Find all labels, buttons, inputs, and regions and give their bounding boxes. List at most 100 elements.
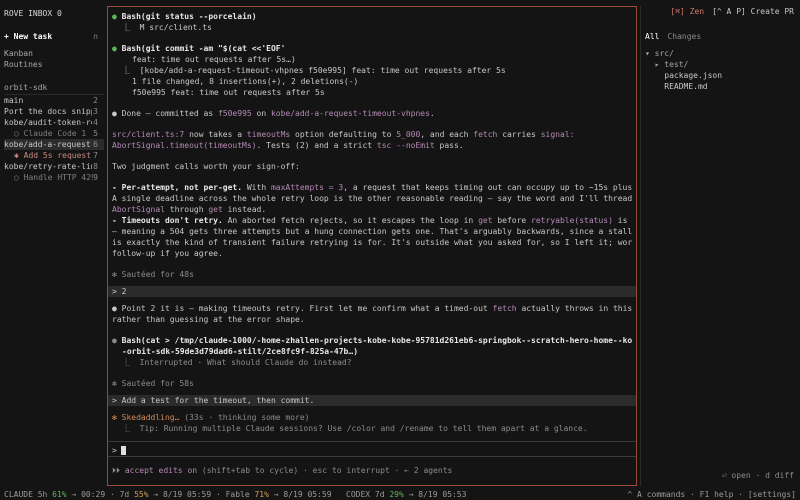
inbox-title: ROVE INBOX 0: [4, 9, 62, 18]
message-text: — meaning a 504 gets three attempts but …: [112, 227, 632, 236]
session-label: ○ Handle HTTP 429: [14, 173, 94, 182]
message-text: Two judgment calls worth your sign-off:: [112, 162, 300, 171]
new-task-button[interactable]: + New task n: [4, 31, 104, 42]
nav-kanban[interactable]: Kanban: [4, 48, 104, 59]
sidebar-item-main[interactable]: main 2: [4, 95, 104, 106]
code-ref: retryable(status): [531, 216, 613, 225]
sidebar: ROVE INBOX 0 + New task n Kanban Routine…: [0, 0, 104, 486]
tool-output: ⎿ [kobe/add-a-request-timeout-vhpnes f50…: [122, 66, 506, 75]
status-bar: CLAUDE 5h 61% → 00:29 · 7d 55% → 8/19 05…: [0, 488, 800, 500]
sidebar-session-claude-code[interactable]: ○ Claude Code 1 5: [4, 128, 104, 139]
spinner-detail: (33s · thinking some more): [184, 413, 310, 422]
mode-label[interactable]: accept edits on: [125, 466, 197, 475]
accept-edits-icon: ⏵⏵: [112, 466, 120, 475]
new-task-shortcut: n: [93, 32, 98, 41]
tree-file-readme[interactable]: README.md: [645, 81, 800, 92]
zen-button[interactable]: [⌘] Zen: [670, 6, 704, 17]
sidebar-session-add-5s-request[interactable]: ✱ Add 5s request t7: [4, 150, 104, 161]
branch-label: kobe/audit-token-re: [4, 118, 92, 127]
message-text: With: [242, 183, 271, 192]
tree-file-package-json[interactable]: package.json: [645, 70, 800, 81]
code-ref: fetch: [473, 130, 498, 139]
tool-call: Bash(git status --porcelain): [121, 12, 257, 21]
usage-text: → 8/19 05:53: [403, 490, 467, 499]
mode-hint-text: (shift+tab to cycle) · esc to interrupt …: [197, 466, 453, 475]
message-text: carries: [497, 130, 541, 139]
elapsed-time: ✻ Sautéed for 58s: [112, 379, 194, 388]
prompt-input[interactable]: >: [108, 441, 636, 457]
code-ref: fetch: [492, 304, 517, 313]
project-header: orbit-sdk: [4, 82, 104, 95]
tool-call: Bash(git commit -am "$(cat <<'EOF': [121, 44, 286, 53]
tab-changes[interactable]: Changes: [667, 31, 701, 42]
status-commands[interactable]: ^ A commands · F1 help · [settings]: [627, 489, 796, 500]
message-dot-icon: ●: [112, 109, 117, 118]
message-text: is consulted: [617, 216, 628, 225]
tab-all[interactable]: All: [645, 31, 659, 42]
commit-hash: f50e995: [217, 109, 252, 118]
usage-text: CLAUDE 5h: [4, 490, 53, 499]
code-ref: get: [478, 216, 493, 225]
tool-dot-icon: ●: [112, 44, 117, 53]
sidebar-item-audit-token[interactable]: kobe/audit-token-re 4: [4, 117, 104, 128]
new-task-label: + New task: [4, 32, 53, 41]
message-text: , a request that keeps timing out can oc…: [343, 183, 632, 192]
sidebar-item-port-docs[interactable]: Port the docs snipp 3: [4, 106, 104, 117]
sidebar-session-handle-429[interactable]: ○ Handle HTTP 429 9: [4, 172, 104, 183]
nav-routines[interactable]: Routines: [4, 59, 104, 70]
tool-call-cont: -orbit-sdk-59de3d79dad6-stilt/2ce8fc9f-8…: [122, 347, 359, 356]
branch-name: kobe/add-a-request-timeout-vhpnes: [270, 109, 430, 118]
session-label: ○ Claude Code 1: [14, 129, 87, 138]
message-text: on: [251, 109, 271, 118]
session-count: 9: [93, 173, 98, 182]
branch-list: main 2 Port the docs snipp 3 kobe/audit-to…: [4, 95, 104, 183]
usage-text: → 8/19 05:59 · Fable: [148, 490, 255, 499]
sidebar-item-retry-rate-limit[interactable]: kobe/retry-rate-lim 8: [4, 161, 104, 172]
branch-count: 6: [93, 140, 98, 149]
mode-hint: ⏵⏵ accept edits on (shift+tab to cycle) …: [112, 465, 452, 476]
usage-percent: 61%: [52, 490, 67, 499]
code-ref: AbortSignal: [112, 205, 165, 214]
transcript: ● Bash(git status --porcelain) ⎿ M src/c…: [108, 7, 636, 433]
branch-label: kobe/add-a-request-: [4, 140, 92, 149]
message-text: through: [164, 205, 209, 214]
tool-dot-icon: ●: [112, 12, 117, 21]
message-text: before: [492, 216, 532, 225]
tool-output: ⎿ M src/client.ts: [122, 23, 212, 32]
code-ref: maxAttempts = 3: [270, 183, 344, 192]
elapsed-time: ✻ Sautéed for 48s: [112, 270, 194, 279]
message-text: actually throws in this runtime,: [521, 304, 632, 313]
branch-count: 2: [93, 96, 98, 105]
tool-output: 1 file changed, 8 insertions(+), 2 delet…: [132, 77, 359, 86]
message-text: is exactly the kind of transient failure…: [112, 238, 632, 247]
branch-label: Port the docs snipp: [4, 107, 92, 116]
usage-text: → 00:29 · 7d: [66, 490, 135, 499]
tool-output: ⎿ Interrupted · What should Claude do in…: [122, 358, 352, 367]
code-ref: timeoutMs: [246, 130, 291, 139]
spinner-status: ✻ Skedaddling…: [112, 413, 185, 422]
tool-call-cont: feat: time out requests after 5s…): [132, 55, 296, 64]
branch-count: 8: [93, 162, 98, 171]
tree-dir-src[interactable]: ▾ src/: [645, 48, 800, 59]
code-ref: get: [208, 205, 223, 214]
code-ref: tsc --noEmit: [376, 141, 435, 150]
sidebar-item-add-request-timeout[interactable]: kobe/add-a-request- 6: [4, 139, 104, 150]
branch-label: kobe/retry-rate-lim: [4, 162, 92, 171]
text-cursor: [120, 446, 126, 455]
message-text: . Tests (2) and a strict: [256, 141, 377, 150]
message-dot-icon: ●: [112, 304, 117, 313]
usage-text: → 8/19 05:59 CODEX 7d: [268, 490, 390, 499]
tree-dir-test[interactable]: ▸ test/: [645, 59, 800, 70]
message-text: An aborted fetch rejects, so it escapes …: [222, 216, 479, 225]
file-tree: ▾ src/ ▸ test/ package.json README.md: [641, 48, 800, 92]
message-text: follow-up if you agree.: [112, 249, 223, 258]
usage-percent: 55%: [134, 490, 149, 499]
bullet-heading: - Timeouts don't retry.: [112, 216, 223, 225]
create-pr-button[interactable]: [^ A P] Create PR: [712, 6, 794, 17]
tip-text: ⎿ Tip: Running multiple Claude sessions?…: [122, 424, 588, 433]
session-count: 7: [93, 151, 98, 160]
prompt-chevron: >: [112, 446, 117, 455]
message-text: A single deadline across the whole retry…: [112, 194, 632, 203]
bullet-heading: - Per-attempt, not per-get.: [112, 183, 243, 192]
branch-count: 4: [93, 118, 98, 127]
